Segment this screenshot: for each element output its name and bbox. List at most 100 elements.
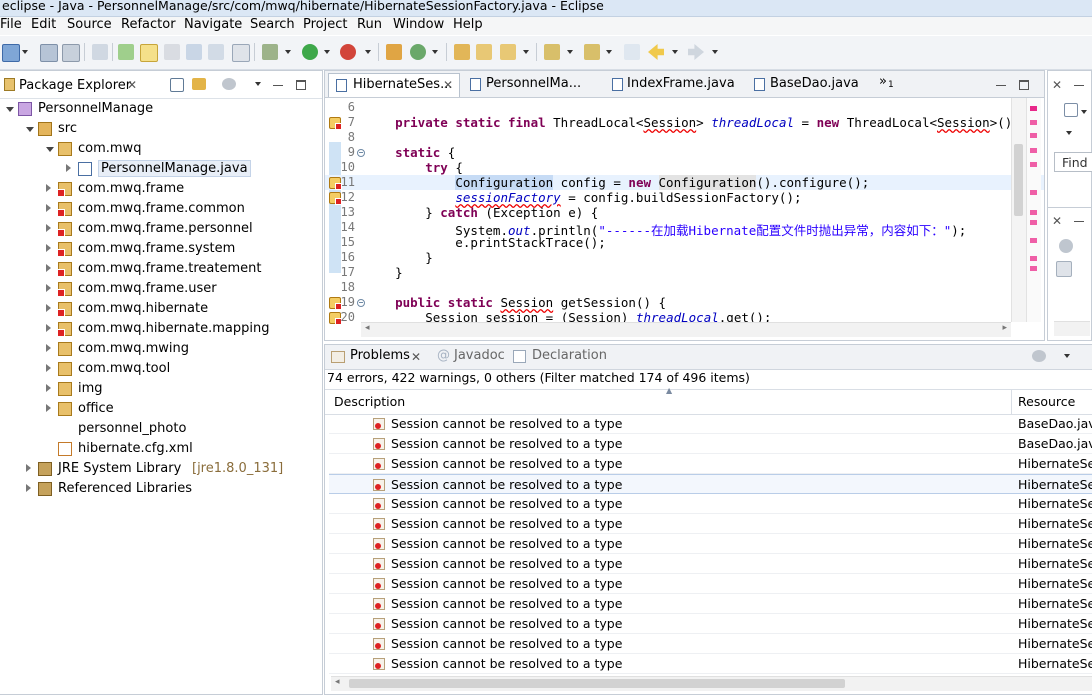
error-marker[interactable] [1030,133,1037,138]
debug-icon[interactable] [262,44,278,60]
new-task-icon[interactable] [1064,103,1078,117]
problems-horizontal-scrollbar[interactable]: ◂ [331,676,1092,691]
back-dropdown-icon[interactable] [672,50,678,54]
search-dropdown-icon[interactable] [523,50,529,54]
focus-icon[interactable] [1032,350,1046,362]
collapsed-arrow-icon[interactable] [46,344,51,352]
forward-icon[interactable] [688,44,704,60]
collapsed-arrow-icon[interactable] [46,324,51,332]
tab-personnel-manage[interactable]: PersonnelMa... [465,73,593,97]
collapsed-arrow-icon[interactable] [46,364,51,372]
new-java-project-icon[interactable] [386,44,402,60]
focus-icon[interactable] [222,78,236,90]
error-marker[interactable] [1030,162,1037,167]
paragraph-icon[interactable] [232,44,250,62]
tree-item[interactable]: com.mwq.frame.treatement [0,259,322,279]
open-type-icon[interactable] [118,44,134,60]
tree-item[interactable]: com.mwq.tool [0,359,322,379]
code-line[interactable]: 17 } [325,265,1044,280]
forward-dropdown-icon[interactable] [712,50,718,54]
tree-item[interactable]: com.mwq [0,139,322,159]
run-dropdown-icon[interactable] [324,50,330,54]
close-icon[interactable]: ✕ [411,350,421,364]
collapsed-arrow-icon[interactable] [46,384,51,392]
scroll-right-icon[interactable]: ▸ [1002,323,1007,333]
collapsed-arrow-icon[interactable] [26,484,31,492]
expanded-arrow-icon[interactable] [26,127,34,132]
close-icon[interactable]: ✕ [1052,78,1062,92]
tree-item[interactable]: PersonnelManage.java [0,159,322,179]
problem-row[interactable]: Session cannot be resolved to a type Base… [329,434,1092,454]
new-icon[interactable] [2,44,20,62]
error-marker[interactable] [1030,238,1037,243]
error-marker[interactable] [1030,210,1037,215]
maximize-icon[interactable] [1019,80,1029,90]
tree-item[interactable]: com.mwq.hibernate [0,299,322,319]
link-with-editor-icon[interactable] [192,78,206,90]
error-marker[interactable] [1030,220,1037,225]
new-class-icon[interactable] [410,44,426,60]
expanded-arrow-icon[interactable] [6,107,14,112]
tab-javadoc[interactable]: Javadoc [454,348,505,363]
code-line[interactable]: 12 sessionFactory = config.buildSessionF… [325,190,1044,205]
show-whitespace-icon[interactable] [208,44,224,60]
next-annotation-dropdown-icon[interactable] [567,50,573,54]
tree-item[interactable]: com.mwq.frame.personnel [0,219,322,239]
view-menu-icon[interactable] [1066,131,1072,135]
code-line[interactable]: 18 [325,280,1044,295]
view-menu-icon[interactable] [255,82,261,86]
problem-row[interactable]: Session cannot be resolved to a type Hibe… [329,554,1092,574]
fold-toggle-icon[interactable] [357,299,365,307]
minimize-icon[interactable] [996,85,1006,86]
list-icon[interactable] [1056,261,1072,277]
minimize-icon[interactable] [1074,221,1084,222]
code-line[interactable]: 7 private static final ThreadLocal<Sessi… [325,115,1044,130]
previous-annotation-dropdown-icon[interactable] [606,50,612,54]
next-annotation-icon[interactable] [544,44,560,60]
problem-row[interactable]: Session cannot be resolved to a type Hibe… [329,474,1092,494]
error-marker[interactable] [1030,256,1037,261]
tab-declaration[interactable]: Declaration [532,348,607,363]
problem-row[interactable]: Session cannot be resolved to a type Base… [329,414,1092,434]
code-line[interactable]: 10 try { [325,160,1044,175]
tab-base-dao[interactable]: BaseDao.java [751,73,871,97]
tree-item[interactable]: hibernate.cfg.xml [0,439,322,459]
search-icon[interactable] [500,44,516,60]
code-line[interactable]: 16 } [325,250,1044,265]
code-line[interactable]: 6 [325,100,1044,115]
code-line[interactable]: 11 Configuration config = new Configurat… [325,175,1044,190]
tree-item[interactable]: JRE System Library [jre1.8.0_131] [0,459,322,479]
error-marker[interactable] [1030,120,1037,125]
menu-source[interactable]: Source [67,17,112,32]
column-description[interactable]: Description [334,394,405,409]
menu-search[interactable]: Search [250,17,295,32]
menu-project[interactable]: Project [303,17,347,32]
problem-row[interactable]: Session cannot be resolved to a type Hibe… [329,514,1092,534]
open-folder-icon[interactable] [454,44,470,60]
find-input[interactable]: Find [1054,152,1092,172]
collapsed-arrow-icon[interactable] [46,224,51,232]
collapsed-arrow-icon[interactable] [46,284,51,292]
tree-item[interactable]: personnel_photo [0,419,322,439]
tab-overflow-button[interactable]: » [879,74,887,89]
problem-row[interactable]: Session cannot be resolved to a type Hibe… [329,534,1092,554]
fold-toggle-icon[interactable] [357,149,365,157]
scroll-left-icon[interactable]: ◂ [335,677,340,687]
overview-ruler[interactable] [1026,98,1041,322]
tree-item[interactable]: com.mwq.frame.user [0,279,322,299]
problem-row[interactable]: Session cannot be resolved to a type Hibe… [329,654,1092,674]
expanded-arrow-icon[interactable] [46,147,54,152]
tree-item[interactable]: src [0,119,322,139]
tab-problems[interactable]: Problems [350,348,410,363]
collapsed-arrow-icon[interactable] [46,404,51,412]
code-line[interactable]: 8 [325,130,1044,145]
problem-row[interactable]: Session cannot be resolved to a type Hibe… [329,494,1092,514]
scroll-left-icon[interactable]: ◂ [365,323,370,333]
problem-row[interactable]: Session cannot be resolved to a type Hibe… [329,454,1092,474]
tree-item[interactable]: com.mwq.frame.system [0,239,322,259]
error-marker[interactable] [1030,266,1037,271]
focus-icon[interactable] [1059,239,1073,253]
tab-index-frame[interactable]: IndexFrame.java [608,73,748,97]
code-line[interactable]: 19 public static Session getSession() { [325,295,1044,310]
collapsed-arrow-icon[interactable] [46,304,51,312]
